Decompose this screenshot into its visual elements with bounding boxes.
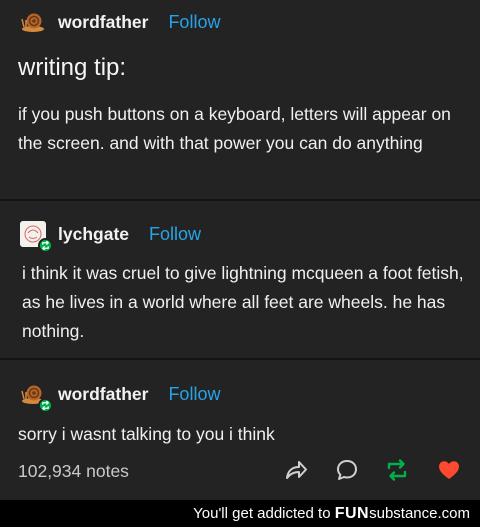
reply2-username[interactable]: wordfather: [58, 384, 148, 405]
reply2-body: sorry i wasnt talking to you i think: [18, 424, 275, 444]
reply2-header: wordfather Follow: [20, 380, 220, 413]
lychgate-avatar[interactable]: [20, 221, 53, 253]
reply1-header: lychgate Follow: [20, 220, 201, 253]
op-body: if you push buttons on a keyboard, lette…: [18, 104, 451, 153]
op-username[interactable]: wordfather: [58, 12, 148, 33]
op-follow-button[interactable]: Follow: [168, 12, 220, 33]
reply1-follow-button[interactable]: Follow: [149, 224, 201, 245]
heart-icon[interactable]: [437, 458, 461, 487]
divider: [0, 358, 480, 360]
reply2-follow-button[interactable]: Follow: [168, 384, 220, 405]
snail-avatar[interactable]: [20, 381, 53, 413]
op-title: writing tip:: [18, 54, 127, 81]
watermark-brand-rest: substance.com: [369, 505, 470, 522]
watermark-prefix: You'll get addicted to: [193, 505, 335, 522]
op-header: wordfather Follow: [20, 8, 220, 36]
tumblr-post: wordfather Follow writing tip: if you pu…: [0, 0, 480, 500]
watermark-text: You'll get addicted to FUNsubstance.com: [193, 505, 470, 523]
notes-count[interactable]: 102,934 notes: [18, 461, 129, 482]
reblog-badge-icon: [38, 398, 53, 413]
share-icon[interactable]: [284, 458, 308, 487]
reblog-icon[interactable]: [385, 458, 409, 487]
reblog-badge-icon: [38, 238, 53, 253]
reply1-body: i think it was cruel to give lightning m…: [22, 263, 464, 341]
snail-avatar[interactable]: [20, 9, 46, 35]
watermark-brand-bold: FUN: [334, 505, 370, 522]
reply-icon[interactable]: [335, 458, 359, 487]
watermark-footer: You'll get addicted to FUNsubstance.com: [0, 500, 480, 527]
reply1-username[interactable]: lychgate: [58, 224, 129, 245]
divider: [0, 199, 480, 201]
